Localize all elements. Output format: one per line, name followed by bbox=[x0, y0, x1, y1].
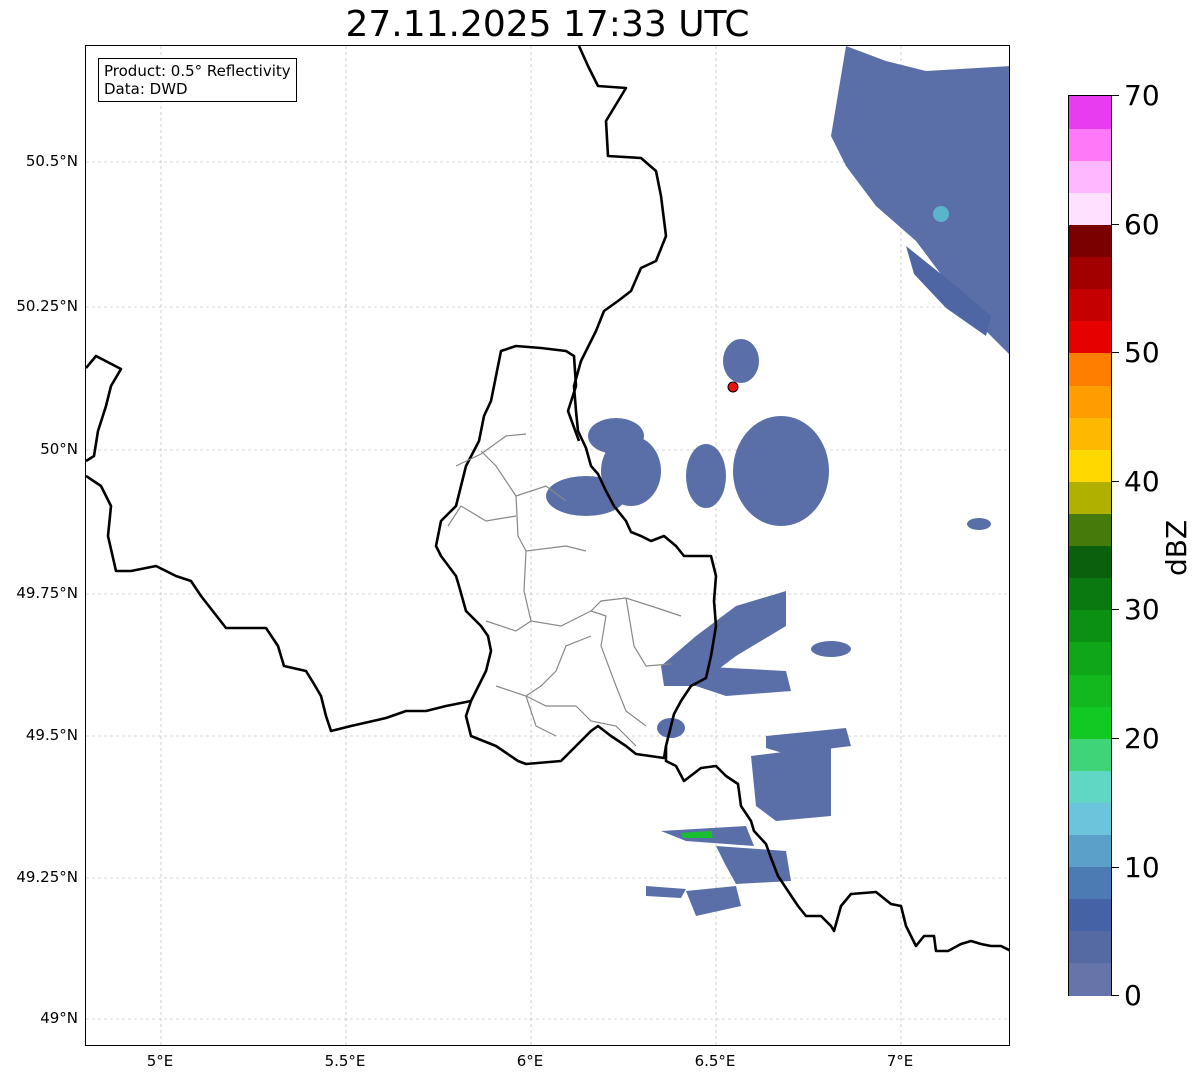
colorbar-segment bbox=[1069, 577, 1111, 611]
colorbar-segment bbox=[1069, 802, 1111, 836]
cb-tickmark-40 bbox=[1112, 481, 1119, 482]
product-info-box: Product: 0.5° Reflectivity Data: DWD bbox=[98, 58, 297, 102]
echo-south-6 bbox=[646, 886, 686, 898]
echo-south-2 bbox=[751, 746, 831, 821]
lon-tick-5-5: 5.5°E bbox=[324, 1052, 366, 1070]
colorbar-segment bbox=[1069, 673, 1111, 707]
lat-tick-49-75: 49.75°N bbox=[16, 584, 78, 602]
colorbar-segment bbox=[1069, 545, 1111, 579]
echo-cyan-core bbox=[933, 206, 949, 222]
lat-tick-49-5: 49.5°N bbox=[25, 726, 78, 744]
radar-site-marker bbox=[727, 381, 739, 393]
lon-tick-6-5: 6.5°E bbox=[694, 1052, 736, 1070]
colorbar bbox=[1068, 95, 1112, 996]
cb-tick-50: 50 bbox=[1124, 336, 1160, 369]
colorbar-segment bbox=[1069, 641, 1111, 675]
lon-tick-5: 5°E bbox=[146, 1052, 174, 1070]
echo-north-small bbox=[723, 339, 759, 383]
cb-tick-40: 40 bbox=[1124, 465, 1160, 498]
colorbar-segment bbox=[1069, 224, 1111, 258]
colorbar-segment bbox=[1069, 384, 1111, 418]
radar-map[interactable]: Product: 0.5° Reflectivity Data: DWD bbox=[85, 45, 1010, 1046]
colorbar-segment bbox=[1069, 481, 1111, 514]
cb-tick-70: 70 bbox=[1124, 79, 1160, 112]
data-source-label: Data: DWD bbox=[104, 80, 188, 98]
colorbar-segment bbox=[1069, 288, 1111, 322]
map-title: 27.11.2025 17:33 UTC bbox=[345, 4, 750, 45]
lat-tick-50-5: 50.5°N bbox=[25, 152, 78, 170]
lat-tick-50: 50°N bbox=[40, 440, 78, 458]
cb-tickmark-60 bbox=[1112, 224, 1119, 225]
colorbar-segment bbox=[1069, 513, 1111, 547]
colorbar-segment bbox=[1069, 256, 1111, 290]
cb-tickmark-70 bbox=[1112, 95, 1119, 96]
radar-echoes bbox=[546, 46, 1009, 916]
colorbar-segment bbox=[1069, 834, 1111, 868]
cb-tickmark-10 bbox=[1112, 867, 1119, 868]
colorbar-segment bbox=[1069, 962, 1111, 996]
cb-tickmark-0 bbox=[1112, 995, 1119, 996]
echo-east-small bbox=[811, 641, 851, 657]
map-canvas bbox=[86, 46, 1009, 1045]
cb-tick-10: 10 bbox=[1124, 851, 1160, 884]
colorbar-segment bbox=[1069, 930, 1111, 964]
cb-tick-0: 0 bbox=[1124, 979, 1142, 1012]
cb-tick-30: 30 bbox=[1124, 593, 1160, 626]
echo-central-cluster bbox=[733, 416, 829, 526]
cb-tick-60: 60 bbox=[1124, 208, 1160, 241]
lat-tick-49-25: 49.25°N bbox=[16, 868, 78, 886]
echo-south-5 bbox=[686, 886, 741, 916]
echo-east-edge bbox=[967, 518, 991, 530]
lon-tick-7: 7°E bbox=[886, 1052, 914, 1070]
colorbar-segment bbox=[1069, 320, 1111, 354]
colorbar-segment bbox=[1069, 609, 1111, 643]
lon-tick-6: 6°E bbox=[516, 1052, 544, 1070]
cb-tickmark-50 bbox=[1112, 352, 1119, 353]
colorbar-segment bbox=[1069, 128, 1111, 161]
echo-mid-strip bbox=[691, 666, 791, 696]
echo-border-west bbox=[588, 418, 644, 454]
lat-tick-50-25: 50.25°N bbox=[16, 297, 78, 315]
colorbar-segment bbox=[1069, 417, 1111, 450]
colorbar-segment bbox=[1069, 96, 1111, 129]
lat-tick-49: 49°N bbox=[40, 1009, 78, 1027]
colorbar-segment bbox=[1069, 160, 1111, 193]
colorbar-segment bbox=[1069, 738, 1111, 771]
product-label: Product: 0.5° Reflectivity bbox=[104, 62, 291, 80]
cb-tickmark-20 bbox=[1112, 738, 1119, 739]
colorbar-segment bbox=[1069, 192, 1111, 226]
colorbar-segment bbox=[1069, 706, 1111, 739]
cb-tickmark-30 bbox=[1112, 609, 1119, 610]
colorbar-segment bbox=[1069, 449, 1111, 482]
colorbar-segment bbox=[1069, 898, 1111, 932]
belgium-france-border bbox=[86, 474, 472, 733]
echo-mid-west bbox=[686, 444, 726, 508]
colorbar-label: dBZ bbox=[1160, 519, 1193, 576]
colorbar-segment bbox=[1069, 770, 1111, 803]
belgium-netherlands-border bbox=[86, 354, 123, 463]
cb-tick-20: 20 bbox=[1124, 722, 1160, 755]
colorbar-segment bbox=[1069, 352, 1111, 386]
colorbar-segment bbox=[1069, 866, 1111, 900]
